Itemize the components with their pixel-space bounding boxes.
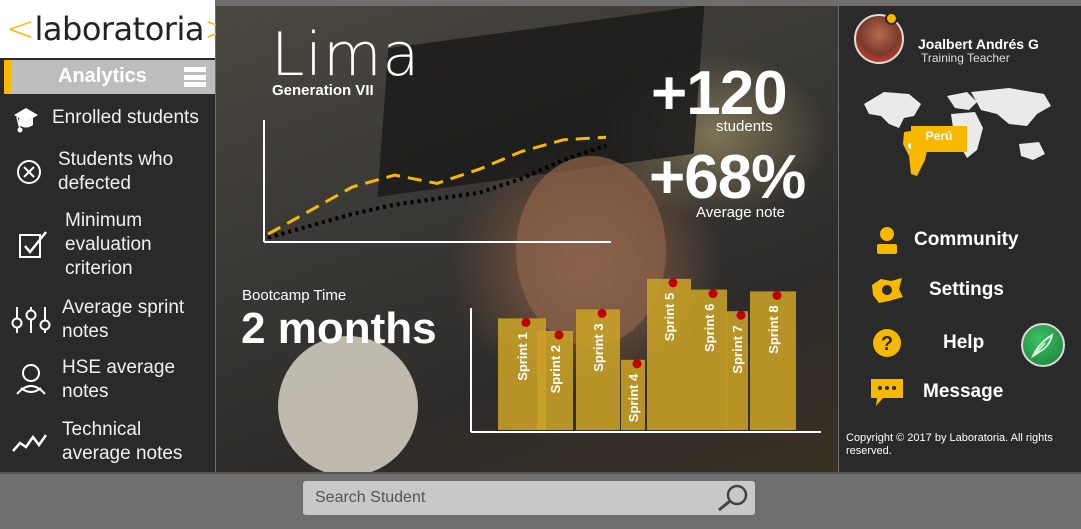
sprint-bar-chart: Sprint 1 Sprint 2 Sprint 3 Sprint 4 Sprint 5… <box>470 278 821 433</box>
students-label: students <box>716 118 773 135</box>
hamburger-menu-icon[interactable] <box>184 67 206 87</box>
map-country-label: Perú <box>911 126 967 152</box>
sidebar-item-label: Minimum evaluation criterion <box>65 210 152 279</box>
bottom-bar <box>0 472 1081 529</box>
right-panel: Joalbert Andrés G Training Teacher Perú … <box>839 6 1081 472</box>
search-icon[interactable] <box>715 483 751 513</box>
sidebar-item-label: Enrolled students <box>52 107 199 128</box>
menu-item-community[interactable]: Community <box>839 220 1081 260</box>
city-title: Lima <box>271 20 421 90</box>
sidebar-item-label: Technical average notes <box>62 419 183 464</box>
analytics-header[interactable]: Analytics <box>4 60 215 94</box>
user-name: Joalbert Andrés G <box>918 36 1039 52</box>
decorative-circle <box>278 336 418 472</box>
logo-wordmark: laboratoria <box>34 10 205 48</box>
line-series-2 <box>267 143 607 240</box>
bootcamp-time-label: Bootcamp Time <box>242 287 347 304</box>
question-icon: ? <box>869 325 905 361</box>
sidebar-item-hse-average-notes[interactable]: HSE average notes <box>0 356 215 404</box>
hero-panel: Lima Generation VII +120 students +68% A… <box>216 6 838 472</box>
sidebar-item-technical-average-notes[interactable]: Technical average notes <box>0 418 215 466</box>
graduation-cap-icon <box>0 103 52 133</box>
feather-icon[interactable] <box>1021 323 1065 367</box>
search-input[interactable] <box>315 487 705 509</box>
sidebar-item-minimum-evaluation[interactable]: Minimum evaluation criterion <box>0 208 215 282</box>
menu-item-label: Message <box>923 381 1004 402</box>
menu-item-message[interactable]: Message <box>839 372 1081 412</box>
bar-label-5: Sprint 5 <box>662 293 677 341</box>
bar-marker-8 <box>772 290 782 300</box>
sidebar: < laboratoria > Analytics Enrolled stude… <box>0 0 232 472</box>
bar-label-1: Sprint 1 <box>515 332 530 380</box>
trend-line-chart <box>263 120 611 243</box>
bar-marker-6 <box>708 289 718 299</box>
bar-label-8: Sprint 8 <box>766 305 781 353</box>
user-role: Training Teacher <box>921 51 1010 65</box>
sidebar-item-label: HSE average notes <box>62 357 176 402</box>
sliders-icon <box>0 305 62 335</box>
sidebar-item-label: Average sprint notes <box>62 297 185 342</box>
generation-label: Generation VII <box>272 82 374 99</box>
bar-marker-3 <box>597 308 607 318</box>
bootcamp-time-value: 2 months <box>241 304 437 353</box>
bar-marker-7 <box>736 310 746 320</box>
analytics-accent-bar <box>4 60 11 94</box>
line-chart-series-group <box>267 135 607 240</box>
bar-marker-5 <box>668 278 678 288</box>
bar-label-6: Sprint 6 <box>702 304 717 352</box>
svg-text:?: ? <box>881 333 893 355</box>
person-icon <box>869 222 905 258</box>
menu-item-label: Settings <box>929 279 1004 300</box>
checkbox-icon <box>0 229 65 261</box>
app-window: < laboratoria > Analytics Enrolled stude… <box>0 0 1081 529</box>
bar-marker-4 <box>632 359 642 369</box>
gear-icon <box>869 272 905 308</box>
bar-marker-2 <box>554 330 564 340</box>
analytics-label: Analytics <box>58 65 147 87</box>
menu-item-label: Community <box>914 229 1019 250</box>
sidebar-item-students-who-defected[interactable]: Students who defected <box>0 148 215 196</box>
bar-label-3: Sprint 3 <box>591 323 606 371</box>
line-series-1 <box>267 135 607 236</box>
logo[interactable]: < laboratoria > <box>0 0 232 58</box>
bar-chart-bars-group: Sprint 1 Sprint 2 Sprint 3 Sprint 4 Sprint 5… <box>498 278 796 430</box>
average-note-label: Average note <box>696 204 785 221</box>
status-badge <box>885 12 898 25</box>
person-icon <box>0 362 62 398</box>
bar-marker-1 <box>521 317 531 327</box>
sidebar-item-average-sprint-notes[interactable]: Average sprint notes <box>0 296 215 344</box>
sidebar-item-enrolled-students[interactable]: Enrolled students <box>0 103 215 133</box>
menu-item-settings[interactable]: Settings <box>839 270 1081 310</box>
trend-line-icon <box>0 431 62 453</box>
chat-bubble-icon <box>869 374 905 410</box>
bar-label-4: Sprint 4 <box>626 373 641 422</box>
bar-label-2: Sprint 2 <box>548 345 563 393</box>
search-box <box>303 481 755 515</box>
menu-item-label: Help <box>943 332 985 353</box>
sidebar-item-label: Students who defected <box>58 149 174 194</box>
average-note-value: +68% <box>649 143 806 212</box>
logo-bracket-open: < <box>6 9 35 49</box>
copyright-text: Copyright © 2017 by Laboratoria. All rig… <box>846 432 1053 457</box>
bar-label-7: Sprint 7 <box>730 325 745 373</box>
x-circle-icon <box>0 159 58 185</box>
